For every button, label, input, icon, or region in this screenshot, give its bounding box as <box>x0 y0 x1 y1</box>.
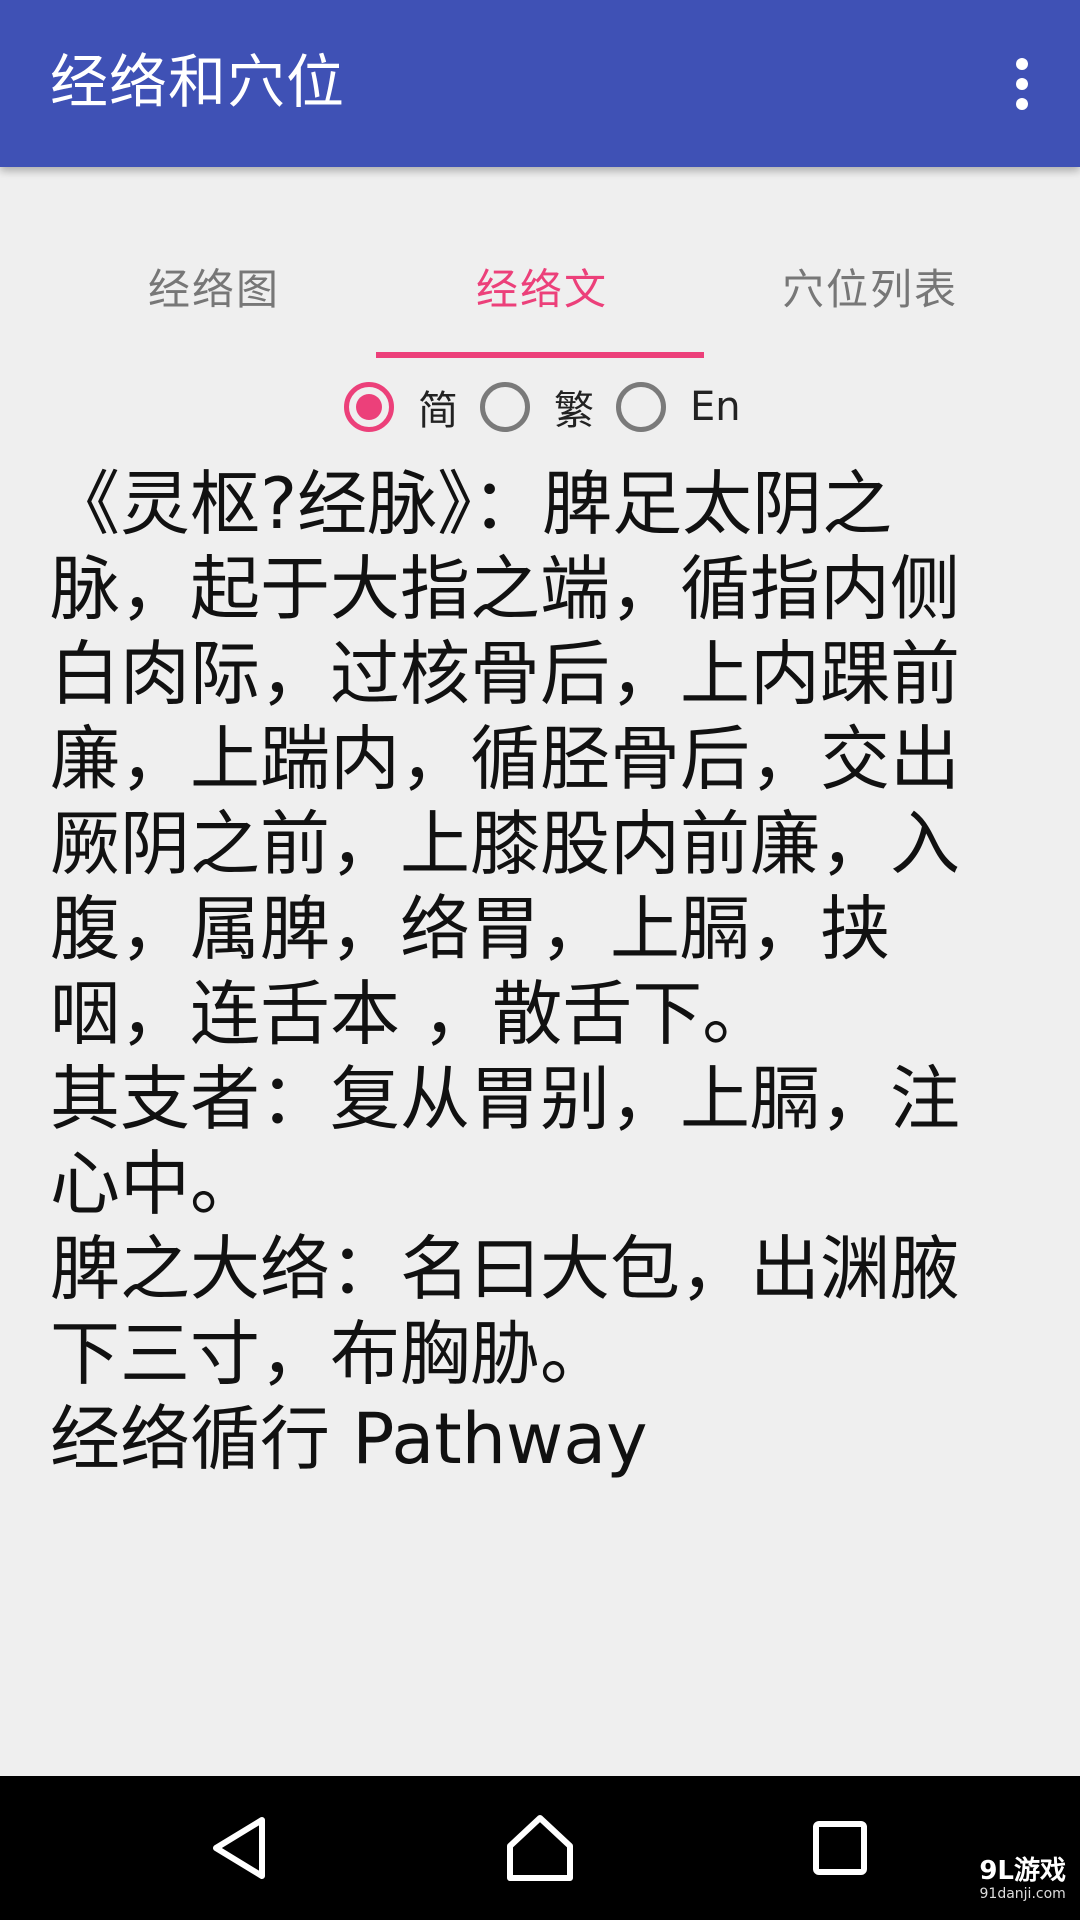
meridian-text-content: 《灵枢?经脉》：脾足太阴之脉，起于大指之端，循指内侧白肉际，过核骨后，上内踝前廉… <box>50 462 990 1482</box>
watermark-logo: 9L游戏 91danji.com <box>979 1856 1066 1902</box>
active-tab-indicator <box>376 352 704 358</box>
radio-button-english[interactable] <box>616 382 666 432</box>
text-paragraph-pathway: 经络循行 Pathway <box>50 1398 648 1480</box>
language-radio-group: 简 繁 En <box>344 372 763 442</box>
watermark-url: 91danji.com <box>979 1886 1066 1902</box>
radio-option-traditional[interactable]: 繁 <box>480 378 594 436</box>
radio-label-english: En <box>690 384 741 430</box>
more-vertical-icon[interactable] <box>986 44 1058 124</box>
radio-option-english[interactable]: En <box>616 382 741 432</box>
tab-meridian-chart[interactable]: 经络图 <box>50 240 378 360</box>
watermark-main: 9L游戏 <box>979 1856 1066 1886</box>
recent-apps-icon[interactable] <box>800 1808 880 1888</box>
radio-label-simplified: 简 <box>418 388 458 434</box>
system-nav-bar <box>0 1776 1080 1920</box>
text-paragraph-main: 《灵枢?经脉》：脾足太阴之脉，起于大指之端，循指内侧白肉际，过核骨后，上内踝前廉… <box>50 463 960 1055</box>
radio-button-simplified[interactable] <box>344 382 394 432</box>
tab-acupoint-list[interactable]: 穴位列表 <box>706 240 1034 360</box>
tab-meridian-text[interactable]: 经络文 <box>378 240 706 360</box>
text-paragraph-great-luo: 脾之大络：名曰大包，出渊腋下三寸，布胸胁。 <box>50 1228 960 1395</box>
app-bar: 经络和穴位 <box>0 0 1080 167</box>
radio-label-traditional: 繁 <box>554 388 594 434</box>
app-title: 经络和穴位 <box>50 48 346 116</box>
text-paragraph-branch: 其支者：复从胃别，上膈，注心中。 <box>50 1058 960 1225</box>
radio-button-traditional[interactable] <box>480 382 530 432</box>
tab-bar: 经络图 经络文 穴位列表 <box>50 240 1034 360</box>
back-triangle-icon[interactable] <box>200 1808 280 1888</box>
home-icon[interactable] <box>500 1808 580 1888</box>
radio-option-simplified[interactable]: 简 <box>344 378 458 436</box>
